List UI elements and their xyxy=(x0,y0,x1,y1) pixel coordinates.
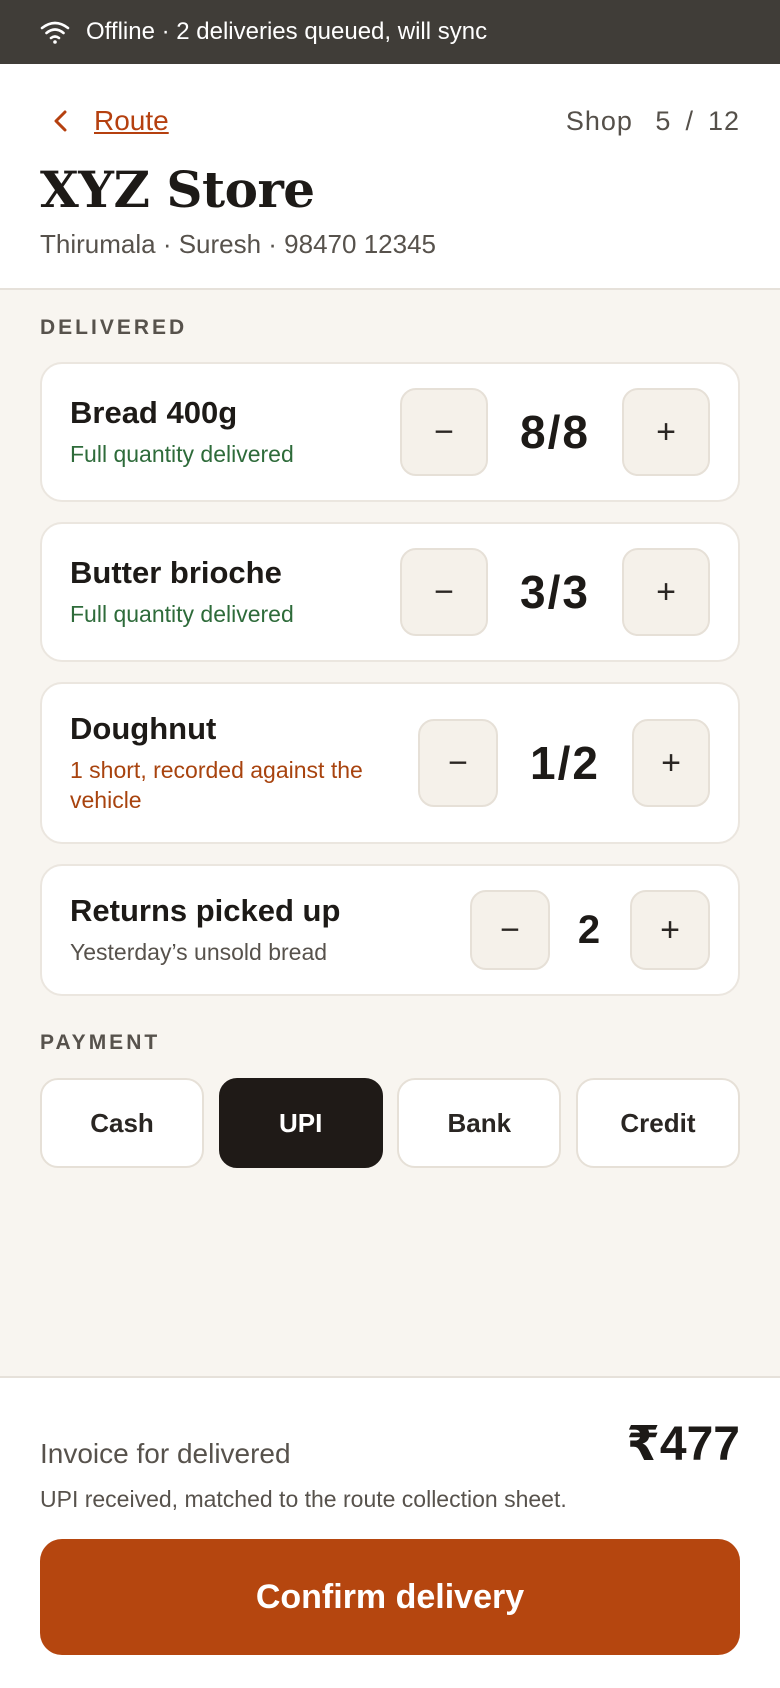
shop-counter-label: Shop xyxy=(565,105,633,136)
increment-button[interactable]: + xyxy=(622,388,710,476)
quantity-value: 8/8 xyxy=(520,406,590,458)
returns-stepper: − 2 + xyxy=(470,890,710,970)
confirm-delivery-button[interactable]: Confirm delivery xyxy=(40,1539,740,1655)
returns-quantity-value: 2 xyxy=(577,907,603,952)
decrement-button[interactable]: − xyxy=(400,548,488,636)
quantity-stepper: − 3/3 + xyxy=(400,548,710,636)
payment-section-label: PAYMENT xyxy=(40,1031,161,1054)
wifi-icon xyxy=(40,21,70,44)
shop-counter-current: 5 xyxy=(655,105,672,136)
returns-card: Returns picked up Yesterday’s unsold bre… xyxy=(40,864,740,996)
invoice-total: ₹477 xyxy=(626,1418,740,1471)
decrement-button[interactable]: − xyxy=(400,388,488,476)
payment-option-credit[interactable]: Credit xyxy=(575,1078,740,1168)
page-title: XYZ Store xyxy=(40,160,315,219)
payment-option-bank[interactable]: Bank xyxy=(397,1078,562,1168)
payment-option-upi[interactable]: UPI xyxy=(218,1078,383,1168)
nav-row: Route Shop 5 / 12 xyxy=(40,94,740,148)
invoice-footer: Invoice for delivered ₹477 UPI received,… xyxy=(0,1376,780,1688)
back-link-label: Route xyxy=(94,105,169,136)
quantity-value: 1/2 xyxy=(530,737,600,789)
shop-counter-total: 12 xyxy=(707,105,740,136)
back-to-route-link[interactable]: Route xyxy=(40,105,169,137)
payment-note: UPI received, matched to the route colle… xyxy=(40,1486,567,1512)
shop-counter: Shop 5 / 12 xyxy=(566,106,740,137)
payment-option-cash[interactable]: Cash xyxy=(40,1078,204,1168)
decrement-button[interactable]: − xyxy=(418,719,498,807)
delivery-item-card: Doughnut 1 short, recorded against the v… xyxy=(40,682,740,844)
increment-button[interactable]: + xyxy=(622,548,710,636)
delivered-section-label: DELIVERED xyxy=(40,316,188,339)
item-status: Full quantity delivered xyxy=(70,441,294,467)
item-name: Doughnut xyxy=(70,711,217,746)
offline-status-text: Offline · 2 deliveries queued, will sync xyxy=(86,18,488,45)
store-header: Route Shop 5 / 12 XYZ Store Thirumala · Su… xyxy=(0,64,780,290)
item-name: Butter brioche xyxy=(70,555,282,590)
item-status: Full quantity delivered xyxy=(70,601,294,627)
offline-status-bar: Offline · 2 deliveries queued, will sync xyxy=(0,0,780,64)
quantity-stepper: − 1/2 + xyxy=(418,719,710,807)
invoice-label: Invoice for delivered xyxy=(40,1438,291,1469)
quantity-value: 3/3 xyxy=(520,566,590,618)
decrement-button[interactable]: − xyxy=(470,890,550,970)
quantity-stepper: − 8/8 + xyxy=(400,388,710,476)
item-status: 1 short, recorded against the vehicle xyxy=(70,757,363,813)
shop-counter-separator: / xyxy=(685,105,694,136)
delivery-item-card: Bread 400g Full quantity delivered − 8/8… xyxy=(40,362,740,502)
increment-button[interactable]: + xyxy=(632,719,710,807)
returns-title: Returns picked up xyxy=(70,893,341,928)
increment-button[interactable]: + xyxy=(630,890,710,970)
payment-method-selector: Cash UPI Bank Credit xyxy=(40,1078,740,1168)
chevron-left-icon xyxy=(54,110,67,132)
delivery-item-card: Butter brioche Full quantity delivered −… xyxy=(40,522,740,662)
item-name: Bread 400g xyxy=(70,395,238,430)
returns-note: Yesterday’s unsold bread xyxy=(70,939,328,965)
store-meta: Thirumala · Suresh · 98470 12345 xyxy=(40,229,437,259)
